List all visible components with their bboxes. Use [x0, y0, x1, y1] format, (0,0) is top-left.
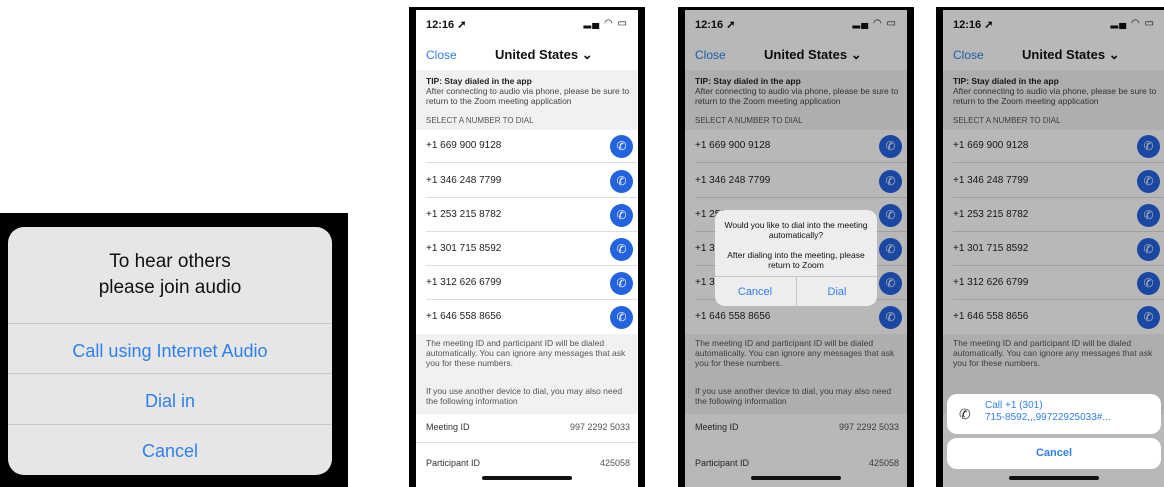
select-number-header: SELECT A NUMBER TO DIAL: [426, 116, 534, 125]
tip-body: After connecting to audio via phone, ple…: [426, 86, 630, 106]
info-auto-dial-text: The meeting ID and participant ID will b…: [426, 338, 626, 368]
divider: [426, 231, 638, 232]
battery-icon: ▭: [617, 18, 628, 29]
phone-dial-dialog: 12:16 ➚ ▂▄ ◠ ▭ Close United States ⌄ TIP…: [678, 7, 914, 487]
audio-prompt-panel: To hear others please join audio Call us…: [0, 213, 348, 487]
signal-icon: ▂▄: [583, 18, 601, 29]
participant-id-value: 425058: [599, 458, 630, 468]
cancel-button[interactable]: Cancel: [8, 441, 332, 462]
call-internet-audio-button[interactable]: Call using Internet Audio: [8, 341, 332, 362]
phone-call-icon[interactable]: ✆: [610, 238, 633, 261]
number-row[interactable]: +1 646 558 8656 ✆: [416, 301, 638, 334]
meeting-id-value: 997 2292 5033: [569, 422, 630, 432]
action-sheet-cancel-button[interactable]: Cancel: [947, 438, 1161, 469]
dial-in-button[interactable]: Dial in: [8, 391, 332, 412]
phone-number: +1 669 900 9128: [426, 140, 502, 151]
divider: [426, 299, 638, 300]
phone-call-icon[interactable]: ✆: [610, 306, 633, 329]
phone-screen: 12:16 ➚ ▂▄ ◠ ▭ Close United States ⌄ TIP…: [685, 10, 907, 487]
number-row[interactable]: +1 346 248 7799 ✆: [416, 165, 638, 198]
call-number-text[interactable]: Call +1 (301) 715-8592,,,99722925033#...: [985, 400, 1157, 424]
dialog-cancel-button[interactable]: Cancel: [715, 286, 795, 298]
phone-number: +1 312 626 6799: [426, 277, 502, 288]
call-action-sheet[interactable]: ✆ Call +1 (301) 715-8592,,,99722925033#.…: [947, 394, 1161, 434]
number-row[interactable]: +1 301 715 8592 ✆: [416, 233, 638, 266]
divider: [416, 442, 638, 443]
phone-screen: 12:16 ➚ ▂▄ ◠ ▭ Close United States ⌄ TIP…: [943, 10, 1164, 487]
auto-dial-dialog: Would you like to dial into the meeting …: [715, 210, 877, 306]
title-line-2: please join audio: [98, 277, 242, 298]
phone-screen: 12:16 ➚ ▂▄ ◠ ▭ Close United States ⌄ TIP…: [416, 10, 638, 487]
status-icons: ▂▄ ◠ ▭: [583, 18, 628, 29]
phone-number: +1 253 215 8782: [426, 209, 502, 220]
title-line-1: To hear others: [109, 251, 231, 272]
close-button[interactable]: Close: [426, 48, 457, 62]
participant-id-label: Participant ID: [426, 458, 481, 468]
phone-dial-list: 12:16 ➚ ▂▄ ◠ ▭ Close United States ⌄ TIP…: [409, 7, 645, 487]
info-other-device-text: If you use another device to dial, you m…: [426, 386, 623, 406]
divider: [426, 265, 638, 266]
divider: [426, 162, 638, 163]
phone-icon: ✆: [959, 406, 971, 422]
home-indicator[interactable]: [751, 476, 841, 480]
tip-title: TIP: Stay dialed in the app: [426, 76, 532, 86]
home-indicator[interactable]: [482, 476, 572, 480]
phone-call-icon[interactable]: ✆: [610, 135, 633, 158]
chevron-down-icon: ⌄: [581, 47, 593, 62]
dialog-question: Would you like to dial into the meeting …: [724, 220, 868, 240]
divider: [426, 197, 638, 198]
tip-text: TIP: Stay dialed in the app After connect…: [426, 76, 631, 106]
wifi-icon: ◠: [604, 18, 614, 29]
number-row[interactable]: +1 669 900 9128 ✆: [416, 130, 638, 163]
divider: [8, 424, 332, 425]
country-selector[interactable]: United States ⌄: [495, 47, 593, 63]
call-line-1: Call +1 (301): [985, 400, 1043, 411]
phone-call-icon[interactable]: ✆: [610, 170, 633, 193]
meeting-id-label: Meeting ID: [426, 422, 470, 432]
phone-number: +1 346 248 7799: [426, 175, 502, 186]
number-row[interactable]: +1 312 626 6799 ✆: [416, 267, 638, 300]
join-audio-sheet: To hear others please join audio Call us…: [8, 227, 332, 475]
dialog-note: After dialing into the meeting, please r…: [727, 250, 865, 270]
location-arrow-icon: ➚: [457, 19, 467, 31]
dialog-dial-button[interactable]: Dial: [797, 286, 877, 298]
phone-number: +1 646 558 8656: [426, 311, 502, 322]
join-audio-title: To hear others please join audio: [8, 249, 332, 301]
phone-call-icon[interactable]: ✆: [610, 204, 633, 227]
number-row[interactable]: +1 253 215 8782 ✆: [416, 199, 638, 232]
home-indicator[interactable]: [1009, 476, 1099, 480]
divider: [8, 323, 332, 324]
phone-number: +1 301 715 8592: [426, 243, 502, 254]
status-time: 12:16 ➚: [426, 19, 467, 31]
call-line-2: 715-8592,,,99722925033#...: [985, 412, 1111, 423]
phone-call-icon[interactable]: ✆: [610, 272, 633, 295]
phone-call-sheet: 12:16 ➚ ▂▄ ◠ ▭ Close United States ⌄ TIP…: [936, 7, 1164, 487]
divider: [8, 373, 332, 374]
